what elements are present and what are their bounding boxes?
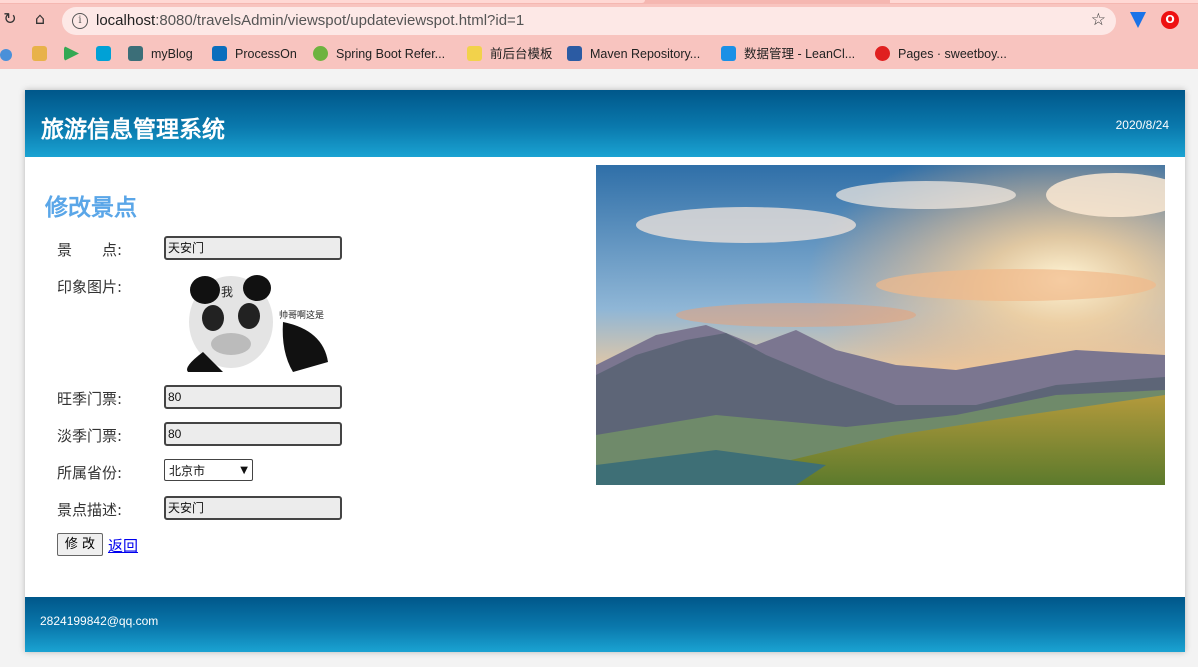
folder-icon bbox=[128, 46, 143, 61]
app-container: 旅游信息管理系统 2020/8/24 修改景点 景 点: 天安门 印象图片: 我… bbox=[25, 90, 1185, 652]
browser-toolbar: ↻ ⌂ i localhost:8080/travelsAdmin/viewsp… bbox=[0, 0, 1198, 38]
bookmark-maven[interactable]: Maven Repository... bbox=[567, 46, 700, 62]
app-footer: 2824199842@qq.com bbox=[25, 597, 1185, 652]
meme-char: 我 bbox=[221, 285, 233, 299]
address-bar[interactable]: i localhost:8080/travelsAdmin/viewspot/u… bbox=[62, 7, 1116, 35]
peak-price-input[interactable]: 80 bbox=[164, 385, 342, 409]
description-label: 景点描述: bbox=[57, 501, 123, 519]
province-selected-value: 北京市 bbox=[169, 464, 206, 478]
image-label: 印象图片: bbox=[57, 278, 123, 296]
app-header: 旅游信息管理系统 2020/8/24 bbox=[25, 90, 1185, 157]
site-info-icon[interactable]: i bbox=[72, 13, 88, 29]
bookmark-myblog[interactable]: myBlog bbox=[128, 46, 193, 62]
bookmark-bilibili-icon[interactable] bbox=[96, 46, 111, 62]
app-title: 旅游信息管理系统 bbox=[41, 117, 225, 143]
bookmark-play-icon[interactable] bbox=[64, 46, 79, 62]
processon-icon bbox=[212, 46, 227, 61]
off-price-label: 淡季门票: bbox=[57, 427, 123, 445]
bookmark-app-icon-2[interactable] bbox=[32, 46, 47, 62]
bookmark-processon[interactable]: ProcessOn bbox=[212, 46, 297, 62]
form-title: 修改景点 bbox=[45, 195, 137, 221]
description-input[interactable]: 天安门 bbox=[164, 496, 342, 520]
bookmark-pages[interactable]: Pages · sweetboy... bbox=[875, 46, 1007, 62]
chevron-down-icon: ▼ bbox=[240, 465, 248, 476]
meme-caption: 帅哥啊这是 bbox=[279, 309, 324, 321]
home-icon[interactable]: ⌂ bbox=[30, 9, 50, 29]
peak-price-label: 旺季门票: bbox=[57, 390, 123, 408]
bookmark-leancloud[interactable]: 数据管理 - LeanCl... bbox=[721, 46, 855, 62]
reload-icon[interactable]: ↻ bbox=[0, 9, 20, 29]
gitee-icon bbox=[875, 46, 890, 61]
footer-email: 2824199842@qq.com bbox=[40, 614, 159, 628]
header-date: 2020/8/24 bbox=[1115, 118, 1169, 132]
name-label: 景 点: bbox=[57, 241, 123, 259]
url-text[interactable]: localhost:8080/travelsAdmin/viewspot/upd… bbox=[96, 12, 524, 29]
province-select[interactable]: 北京市 ▼ bbox=[164, 459, 253, 481]
province-label: 所属省份: bbox=[57, 464, 123, 482]
bookmark-templates[interactable]: 前后台模板 bbox=[467, 46, 553, 62]
bookmark-spring-boot[interactable]: Spring Boot Refer... bbox=[313, 46, 445, 62]
bookmark-star-icon[interactable]: ☆ bbox=[1091, 10, 1106, 30]
submit-button[interactable]: 修 改 bbox=[57, 533, 103, 556]
spring-icon bbox=[313, 46, 328, 61]
off-price-input[interactable]: 80 bbox=[164, 422, 342, 446]
hero-landscape-image bbox=[596, 165, 1165, 485]
maven-icon bbox=[567, 46, 582, 61]
opera-extension-icon[interactable]: O bbox=[1161, 11, 1179, 29]
bookmarks-bar: myBlog ProcessOn Spring Boot Refer... 前后… bbox=[0, 38, 1198, 69]
tab-strip bbox=[0, 0, 1198, 4]
name-input[interactable]: 天安门 bbox=[164, 236, 342, 260]
back-link[interactable]: 返回 bbox=[108, 535, 138, 556]
impression-image[interactable]: 我 帅哥啊这是 bbox=[183, 272, 333, 372]
folder-icon bbox=[467, 46, 482, 61]
leancloud-icon bbox=[721, 46, 736, 61]
extension-icon[interactable] bbox=[1130, 12, 1146, 28]
bookmark-app-icon-1[interactable] bbox=[0, 46, 12, 62]
